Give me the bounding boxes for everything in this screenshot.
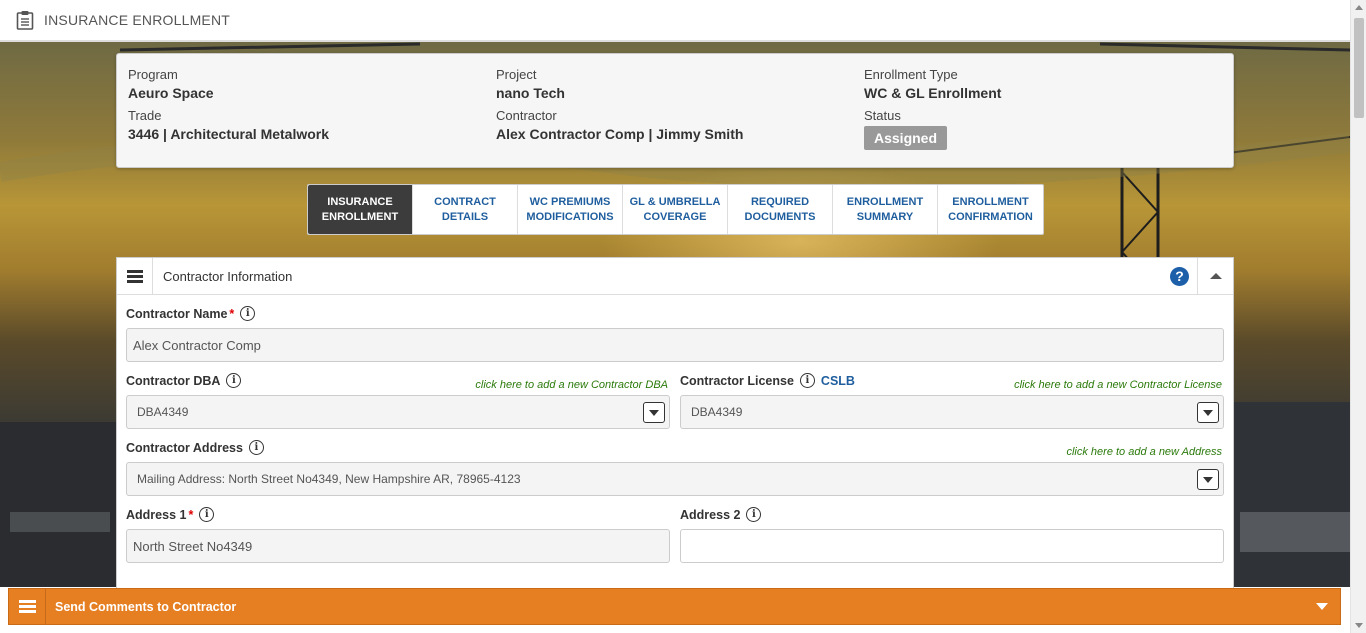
chevron-down-icon[interactable] — [1316, 603, 1328, 610]
contractor-license-label: Contractor License i CSLB — [680, 373, 855, 388]
tab-contract-details[interactable]: CONTRACT DETAILS — [413, 185, 518, 234]
contractor-label: Contractor — [496, 108, 557, 123]
tab-enrollment-confirmation[interactable]: ENROLLMENT CONFIRMATION — [938, 185, 1043, 234]
contractor-name-label: Contractor Name * i — [126, 306, 256, 321]
tab-required-documents[interactable]: REQUIRED DOCUMENTS — [728, 185, 833, 234]
status-badge: Assigned — [864, 126, 948, 150]
chevron-down-icon[interactable] — [1197, 469, 1219, 490]
enrollment-summary-card: Program Aeuro Space Project nano Tech En… — [116, 53, 1234, 168]
send-comments-title: Send Comments to Contractor — [55, 599, 237, 614]
info-icon[interactable]: i — [248, 440, 264, 455]
program-value: Aeuro Space — [128, 85, 214, 101]
caret-up-icon — [1209, 273, 1222, 279]
chevron-down-icon[interactable] — [1197, 402, 1219, 423]
panel-header: Contractor Information ? — [117, 258, 1233, 295]
contractor-name-input[interactable]: Alex Contractor Comp — [126, 328, 1224, 362]
chevron-down-icon[interactable] — [643, 402, 665, 423]
menu-icon[interactable] — [117, 258, 153, 294]
enrollment-step-tabs: INSURANCE ENROLLMENT CONTRACT DETAILS WC P… — [307, 184, 1044, 235]
add-license-link[interactable]: click here to add a new Contractor Licen… — [937, 379, 1222, 391]
app-header: INSURANCE ENROLLMENT — [0, 0, 1350, 42]
info-icon[interactable]: i — [240, 306, 256, 321]
contractor-dba-select[interactable]: DBA4349 — [126, 395, 670, 429]
contractor-address-label: Contractor Address i — [126, 440, 264, 455]
contractor-information-panel: Contractor Information ? Contractor Name… — [116, 257, 1234, 597]
project-value: nano Tech — [496, 85, 565, 101]
collapse-button[interactable] — [1197, 258, 1233, 294]
menu-icon[interactable] — [9, 589, 46, 624]
trade-value: 3446 | Architectural Metalwork — [128, 126, 330, 142]
address1-label: Address 1 * i — [126, 507, 215, 522]
status-label: Status — [864, 108, 901, 123]
contractor-field: Contractor Alex Contractor Comp | Jimmy … — [496, 108, 743, 144]
program-label: Program — [128, 67, 178, 82]
scrollbar-thumb[interactable] — [1354, 18, 1364, 118]
address2-label: Address 2 i — [680, 507, 762, 522]
enrollment-type-field: Enrollment Type WC & GL Enrollment — [864, 67, 1001, 103]
add-address-link[interactable]: click here to add a new Address — [937, 446, 1222, 458]
tab-insurance-enrollment[interactable]: INSURANCE ENROLLMENT — [308, 185, 413, 234]
cslb-link[interactable]: CSLB — [821, 374, 855, 388]
project-field: Project nano Tech — [496, 67, 565, 103]
send-comments-bar[interactable]: Send Comments to Contractor — [8, 588, 1341, 625]
info-icon[interactable]: i — [746, 507, 762, 522]
contractor-license-select[interactable]: DBA4349 — [680, 395, 1224, 429]
address2-input[interactable] — [680, 529, 1224, 563]
contractor-address-select[interactable]: Mailing Address: North Street No4349, Ne… — [126, 462, 1224, 496]
page-title: INSURANCE ENROLLMENT — [44, 12, 231, 28]
clipboard-icon — [16, 11, 34, 30]
add-dba-link[interactable]: click here to add a new Contractor DBA — [417, 379, 668, 391]
scroll-down-icon[interactable] — [1355, 623, 1363, 628]
info-icon[interactable]: i — [199, 507, 215, 522]
project-label: Project — [496, 67, 537, 82]
tab-gl-umbrella-coverage[interactable]: GL & UMBRELLA COVERAGE — [623, 185, 728, 234]
tab-wc-premiums-modifications[interactable]: WC PREMIUMS MODIFICATIONS — [518, 185, 623, 234]
enrollment-type-value: WC & GL Enrollment — [864, 85, 1002, 101]
contractor-value: Alex Contractor Comp | Jimmy Smith — [496, 126, 744, 142]
trade-field: Trade 3446 | Architectural Metalwork — [128, 108, 329, 144]
help-icon[interactable]: ? — [1170, 266, 1189, 286]
contractor-dba-label: Contractor DBA i — [126, 373, 242, 388]
vertical-scrollbar[interactable] — [1350, 0, 1366, 633]
panel-title: Contractor Information — [163, 268, 293, 284]
scroll-up-icon[interactable] — [1355, 5, 1363, 10]
info-icon[interactable]: i — [226, 373, 242, 388]
trade-label: Trade — [128, 108, 162, 123]
status-field: Status Assigned — [864, 108, 948, 150]
tab-enrollment-summary[interactable]: ENROLLMENT SUMMARY — [833, 185, 938, 234]
enrollment-type-label: Enrollment Type — [864, 67, 958, 82]
info-icon[interactable]: i — [799, 373, 815, 388]
address1-input[interactable]: North Street No4349 — [126, 529, 670, 563]
program-field: Program Aeuro Space — [128, 67, 214, 103]
